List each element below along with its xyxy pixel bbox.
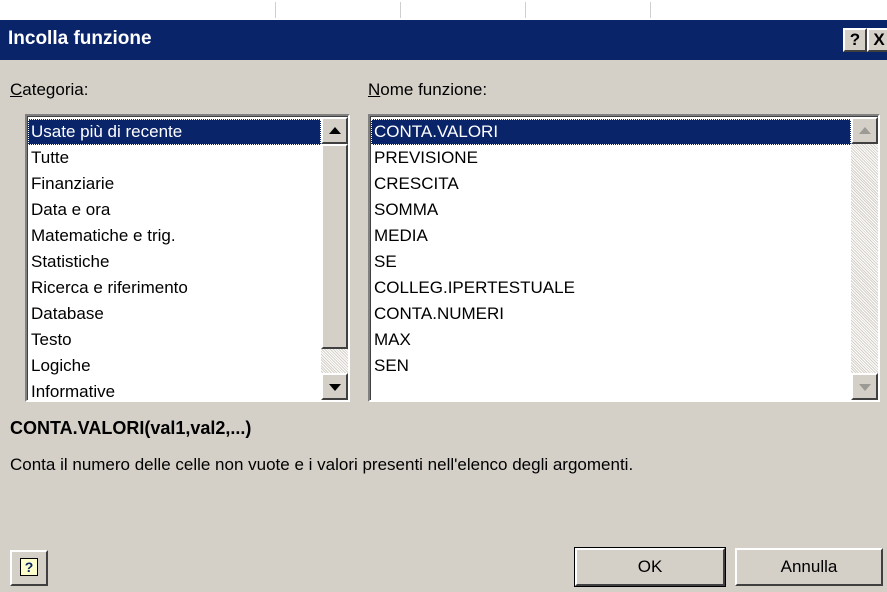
function-list-item[interactable]: CONTA.NUMERI (371, 301, 851, 327)
function-scroll-up-button[interactable] (851, 117, 878, 144)
scroll-down-arrow-icon (858, 383, 871, 391)
category-listbox[interactable]: Usate più di recente Tutte Finanziarie Data… (25, 114, 350, 402)
title-bar[interactable]: Incolla funzione ? X (0, 20, 887, 60)
category-list-item[interactable]: Logiche (28, 353, 321, 379)
cancel-button[interactable]: Annulla (735, 548, 883, 586)
function-list-item[interactable]: CONTA.VALORI (371, 119, 851, 145)
category-list-item[interactable]: Informative (28, 379, 321, 400)
question-mark-icon: ? (849, 30, 861, 49)
divider (525, 2, 526, 18)
category-scroll-up-button[interactable] (321, 117, 348, 144)
help-button[interactable]: ? (843, 28, 867, 52)
function-name-listbox[interactable]: CONTA.VALORI PREVISIONE CRESCITA SOMMA MEDIA… (368, 114, 880, 402)
function-description: Conta il numero delle celle non vuote e … (10, 455, 634, 474)
category-label: Categoria: (10, 80, 89, 99)
scroll-up-arrow-icon (858, 126, 871, 134)
category-items: Usate più di recente Tutte Finanziarie Data… (28, 119, 321, 400)
function-scrollbar[interactable] (851, 117, 878, 400)
function-scroll-down-button[interactable] (851, 373, 878, 400)
category-list-item[interactable]: Ricerca e riferimento (28, 275, 321, 301)
function-list-item[interactable]: SE (371, 249, 851, 275)
category-list: Usate più di recente Tutte Finanziarie Data… (27, 116, 348, 400)
scroll-down-arrow-icon (328, 383, 341, 391)
category-list-item[interactable]: Usate più di recente (28, 119, 321, 145)
category-list-item[interactable]: Statistiche (28, 249, 321, 275)
category-list-item[interactable]: Finanziarie (28, 171, 321, 197)
function-list-item[interactable]: PREVISIONE (371, 145, 851, 171)
function-signature: CONTA.VALORI(val1,val2,...) (10, 418, 252, 438)
divider (275, 2, 276, 18)
category-scroll-thumb[interactable] (321, 144, 348, 349)
category-list-item[interactable]: Matematiche e trig. (28, 223, 321, 249)
category-list-item[interactable]: Data e ora (28, 197, 321, 223)
category-list-item[interactable]: Testo (28, 327, 321, 353)
close-button[interactable]: X (867, 28, 887, 52)
close-icon: X (873, 30, 885, 49)
divider (650, 2, 651, 18)
function-list-item[interactable]: CRESCITA (371, 171, 851, 197)
function-list-item[interactable]: SOMMA (371, 197, 851, 223)
office-assistant-icon: ? (20, 558, 38, 576)
category-list-item[interactable]: Database (28, 301, 321, 327)
function-list-item[interactable]: MEDIA (371, 223, 851, 249)
office-assistant-button[interactable]: ? (10, 550, 48, 586)
function-name-label: Nome funzione: (368, 80, 488, 99)
ok-button[interactable]: OK (574, 547, 726, 587)
function-list-item[interactable]: SEN (371, 353, 851, 379)
paste-function-dialog: Incolla funzione ? X Categoria: Nome fun… (0, 20, 887, 592)
scroll-up-arrow-icon (328, 126, 341, 134)
background-strip (0, 0, 887, 20)
category-list-item[interactable]: Tutte (28, 145, 321, 171)
function-items: CONTA.VALORI PREVISIONE CRESCITA SOMMA MEDIA… (371, 119, 851, 379)
divider (400, 2, 401, 18)
category-scrollbar[interactable] (321, 117, 348, 400)
function-list: CONTA.VALORI PREVISIONE CRESCITA SOMMA MEDIA… (370, 116, 878, 400)
function-list-item[interactable]: COLLEG.IPERTESTUALE (371, 275, 851, 301)
dialog-title: Incolla funzione (8, 28, 152, 49)
function-list-item[interactable]: MAX (371, 327, 851, 353)
category-scroll-down-button[interactable] (321, 373, 348, 400)
